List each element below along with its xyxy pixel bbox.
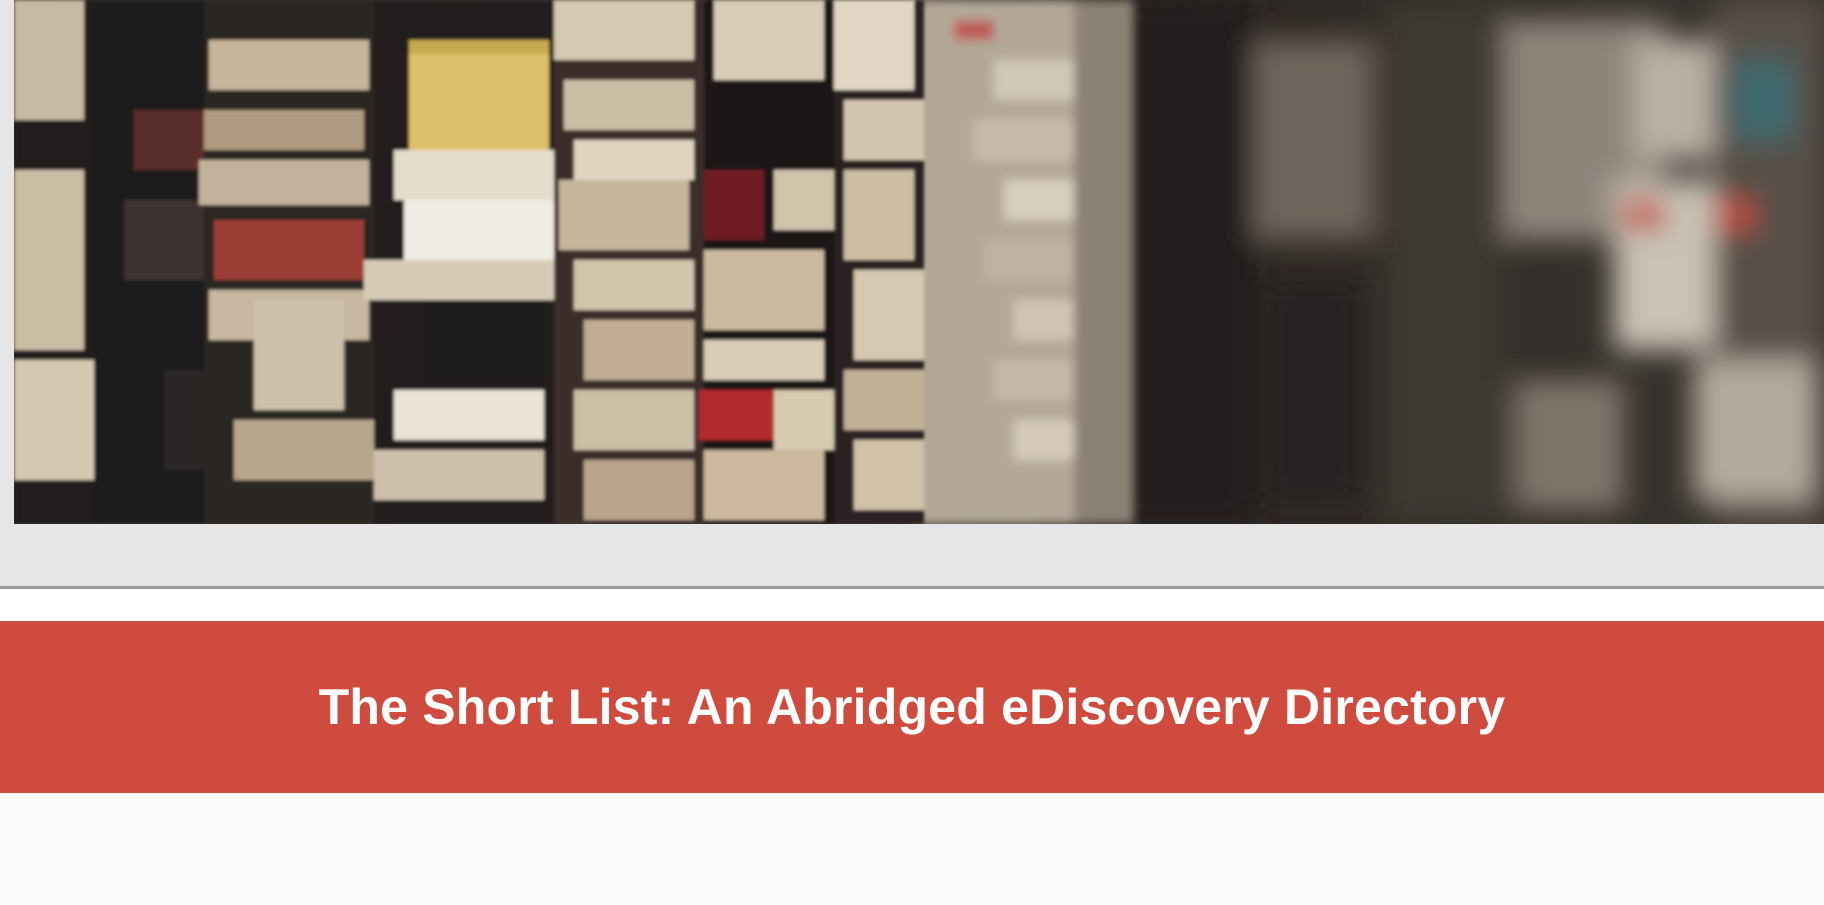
content-area [0,793,1824,905]
hero-books-image [14,0,1824,524]
spacer [0,589,1824,621]
page-title: The Short List: An Abridged eDiscovery D… [318,679,1506,735]
title-banner: The Short List: An Abridged eDiscovery D… [0,621,1824,793]
hero-section [0,0,1824,588]
